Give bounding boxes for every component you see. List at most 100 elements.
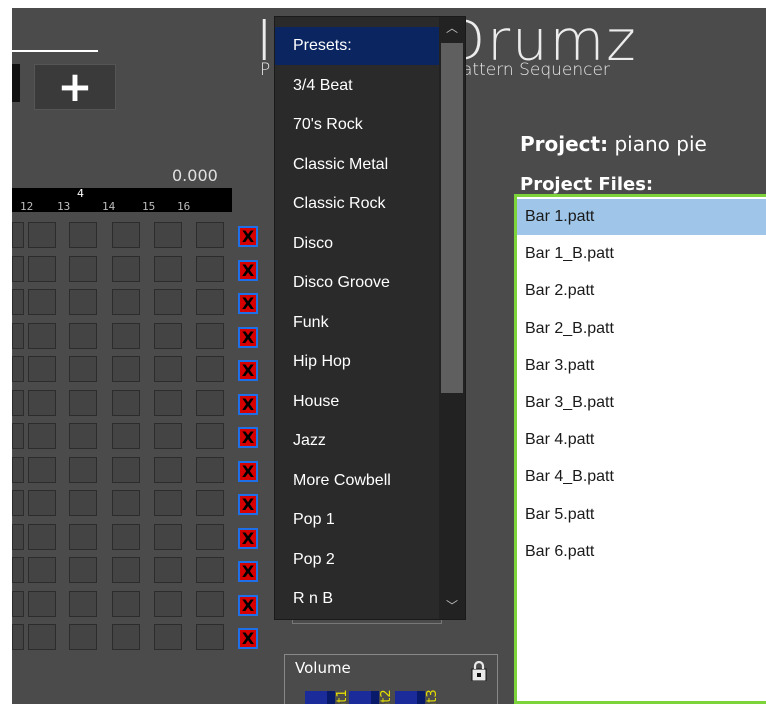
step-cell[interactable] — [112, 356, 140, 382]
step-cell[interactable] — [154, 222, 182, 248]
step-cell[interactable] — [69, 289, 97, 315]
project-file-item[interactable]: Bar 2_B.patt — [517, 311, 766, 347]
step-cell[interactable] — [12, 624, 24, 650]
step-cell[interactable] — [69, 322, 97, 349]
step-cell[interactable] — [28, 523, 56, 550]
volume-slider-thumb[interactable] — [395, 691, 417, 704]
step-cell[interactable] — [154, 590, 182, 617]
step-cell[interactable] — [69, 456, 97, 483]
volume-slider[interactable] — [305, 691, 335, 704]
step-cell[interactable] — [154, 456, 182, 483]
project-file-item[interactable]: Bar 1_B.patt — [517, 236, 766, 272]
project-file-item[interactable]: Bar 3_B.patt — [517, 385, 766, 421]
delete-row-button[interactable]: X — [238, 259, 258, 281]
step-cell[interactable] — [112, 423, 140, 449]
preset-item[interactable]: Disco — [275, 225, 439, 263]
preset-item[interactable]: R n B — [275, 580, 439, 618]
preset-item[interactable]: Classic Rock — [275, 185, 439, 223]
step-cell[interactable] — [69, 557, 97, 583]
preset-item[interactable]: Funk — [275, 304, 439, 342]
step-cell[interactable] — [112, 624, 140, 650]
delete-row-button[interactable]: X — [238, 628, 258, 649]
scrollbar-thumb[interactable] — [441, 43, 463, 393]
project-file-item[interactable]: Bar 5.patt — [517, 497, 766, 533]
step-cell[interactable] — [196, 389, 224, 416]
delete-row-button[interactable]: X — [238, 226, 258, 247]
preset-item[interactable]: Hip Hop — [275, 343, 439, 381]
step-cell[interactable] — [28, 222, 56, 248]
step-cell[interactable] — [69, 423, 97, 449]
project-file-item[interactable]: Bar 1.patt — [517, 199, 766, 235]
step-cell[interactable] — [196, 423, 224, 449]
step-cell[interactable] — [28, 590, 56, 617]
step-cell[interactable] — [28, 456, 56, 483]
add-button[interactable]: + — [34, 64, 116, 110]
step-cell[interactable] — [154, 523, 182, 550]
pattern-field[interactable] — [12, 64, 20, 102]
chevron-up-icon[interactable]: ︿ — [439, 17, 465, 39]
step-cell[interactable] — [12, 322, 24, 349]
step-cell[interactable] — [154, 289, 182, 315]
delete-row-button[interactable]: X — [238, 561, 258, 582]
step-cell[interactable] — [196, 222, 224, 248]
step-cell[interactable] — [112, 490, 140, 516]
step-cell[interactable] — [69, 222, 97, 248]
step-cell[interactable] — [28, 322, 56, 349]
preset-item[interactable]: Pop 1 — [275, 501, 439, 539]
step-cell[interactable] — [196, 322, 224, 349]
step-cell[interactable] — [12, 456, 24, 483]
step-cell[interactable] — [154, 490, 182, 516]
project-file-item[interactable]: Bar 3.patt — [517, 348, 766, 384]
step-cell[interactable] — [12, 590, 24, 617]
step-cell[interactable] — [154, 322, 182, 349]
step-cell[interactable] — [28, 490, 56, 516]
preset-item[interactable]: Disco Groove — [275, 264, 439, 302]
preset-item[interactable]: Pop 2 — [275, 541, 439, 579]
step-cell[interactable] — [112, 557, 140, 583]
step-cell[interactable] — [196, 523, 224, 550]
delete-row-button[interactable]: X — [238, 594, 258, 616]
step-cell[interactable] — [196, 356, 224, 382]
step-cell[interactable] — [12, 255, 24, 282]
step-cell[interactable] — [28, 423, 56, 449]
step-cell[interactable] — [196, 624, 224, 650]
step-cell[interactable] — [28, 389, 56, 416]
presets-dropdown[interactable]: ︿ ﹀ Presets: 3/4 Beat 70's Rock Classic Met… — [274, 16, 466, 620]
step-cell[interactable] — [154, 389, 182, 416]
step-cell[interactable] — [28, 356, 56, 382]
step-cell[interactable] — [154, 624, 182, 650]
presets-scrollbar[interactable]: ︿ ﹀ — [439, 17, 465, 619]
step-cell[interactable] — [69, 624, 97, 650]
step-cell[interactable] — [112, 456, 140, 483]
step-cell[interactable] — [12, 557, 24, 583]
step-cell[interactable] — [112, 389, 140, 416]
step-cell[interactable] — [28, 557, 56, 583]
volume-slider-thumb[interactable] — [305, 691, 327, 704]
delete-row-button[interactable]: X — [238, 460, 258, 482]
step-cell[interactable] — [112, 255, 140, 282]
step-cell[interactable] — [69, 590, 97, 617]
step-cell[interactable] — [112, 590, 140, 617]
step-cell[interactable] — [69, 356, 97, 382]
project-file-item[interactable]: Bar 4_B.patt — [517, 459, 766, 495]
step-cell[interactable] — [28, 255, 56, 282]
delete-row-button[interactable]: X — [238, 360, 258, 381]
delete-row-button[interactable]: X — [238, 393, 258, 415]
step-cell[interactable] — [112, 523, 140, 550]
step-cell[interactable] — [12, 423, 24, 449]
step-cell[interactable] — [69, 523, 97, 550]
step-cell[interactable] — [112, 322, 140, 349]
volume-slider[interactable] — [395, 691, 425, 704]
step-cell[interactable] — [12, 289, 24, 315]
delete-row-button[interactable]: X — [238, 427, 258, 448]
project-file-item[interactable]: Bar 2.patt — [517, 273, 766, 309]
step-cell[interactable] — [112, 289, 140, 315]
step-cell[interactable] — [12, 490, 24, 516]
presets-header-item[interactable]: Presets: — [275, 27, 439, 65]
delete-row-button[interactable]: X — [238, 494, 258, 515]
step-cell[interactable] — [154, 255, 182, 282]
preset-item[interactable]: More Cowbell — [275, 462, 439, 500]
project-file-item[interactable]: Bar 6.patt — [517, 534, 766, 570]
preset-item[interactable]: 3/4 Beat — [275, 67, 439, 105]
preset-item[interactable]: House — [275, 383, 439, 421]
